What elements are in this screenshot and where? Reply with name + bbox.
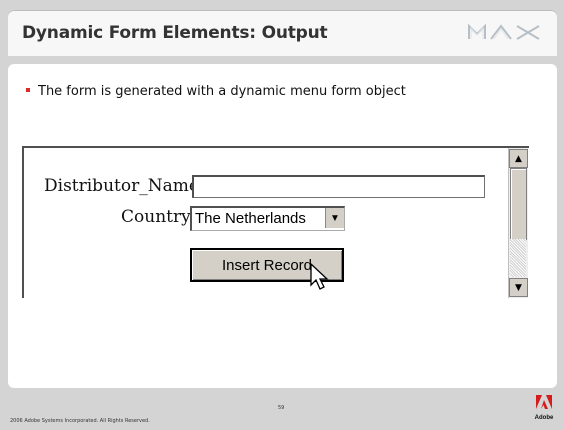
vertical-scrollbar[interactable]: ▲ ▼ bbox=[508, 148, 528, 298]
country-label: Country: bbox=[121, 207, 197, 227]
page-number: 59 bbox=[278, 405, 285, 411]
scrollbar-thumb[interactable] bbox=[510, 168, 527, 240]
max-logo bbox=[467, 22, 543, 46]
scroll-down-arrow-icon[interactable]: ▼ bbox=[509, 278, 528, 297]
slide-header: Dynamic Form Elements: Output bbox=[8, 10, 557, 56]
bullet-icon bbox=[26, 87, 30, 92]
slide-content: The form is generated with a dynamic men… bbox=[8, 64, 557, 388]
slide-title: Dynamic Form Elements: Output bbox=[22, 23, 328, 43]
distributor-name-input[interactable] bbox=[192, 175, 485, 198]
copyright-footer: 2006 Adobe Systems Incorporated. All Rig… bbox=[10, 418, 150, 424]
distributor-label: Distributor_Name: bbox=[44, 176, 205, 196]
country-selected-value: The Netherlands bbox=[195, 210, 306, 227]
country-select[interactable]: The Netherlands ▼ bbox=[190, 206, 345, 231]
bullet-item: The form is generated with a dynamic men… bbox=[26, 84, 406, 99]
mouse-pointer-icon bbox=[309, 262, 331, 295]
scrollbar-track[interactable] bbox=[510, 239, 526, 277]
adobe-logo: Adobe bbox=[533, 395, 555, 423]
slide: Dynamic Form Elements: Output The form i… bbox=[0, 0, 563, 430]
scroll-up-arrow-icon[interactable]: ▲ bbox=[509, 149, 528, 168]
browser-viewport: Distributor_Name: Country: The Netherlan… bbox=[22, 146, 529, 298]
dropdown-arrow-icon[interactable]: ▼ bbox=[325, 208, 344, 228]
adobe-logo-text: Adobe bbox=[535, 415, 554, 421]
bullet-text: The form is generated with a dynamic men… bbox=[38, 84, 406, 99]
